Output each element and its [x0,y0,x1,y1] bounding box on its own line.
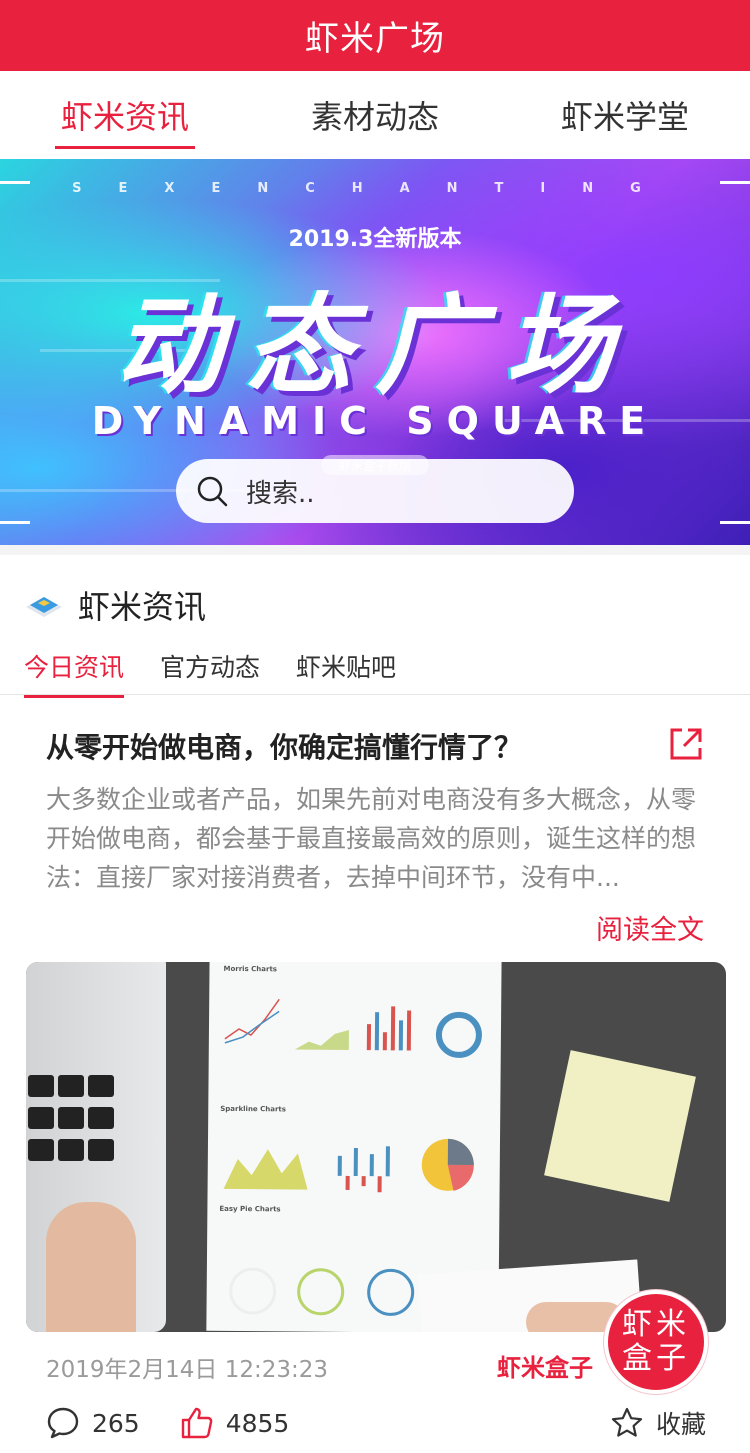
search-placeholder: 搜索.. [246,478,315,509]
tab-xiami-school[interactable]: 虾米学堂 [500,71,750,159]
article-image[interactable]: Morris Charts Sparkline Charts Easy Pie … [26,962,726,1332]
sticky-note-shape [544,1050,696,1202]
news-icon [26,597,62,617]
tab-xiami-news[interactable]: 虾米资讯 [0,71,250,159]
publish-time: 2019年2月14日 12:23:23 [46,1357,329,1383]
comment-count: 265 [92,1408,140,1438]
subtab-official-updates[interactable]: 官方动态 [160,648,260,692]
article-title[interactable]: 从零开始做电商，你确定搞懂行情了？ [46,726,522,766]
subtab-xiami-forum[interactable]: 虾米贴吧 [296,648,396,692]
banner-tag: 虾米盒子新版 [321,455,429,475]
corner-mark [720,499,750,524]
action-bar: 265 4855 收藏 [46,1400,706,1446]
like-button[interactable]: 4855 [180,1406,290,1440]
star-icon [611,1407,643,1437]
hand-shape [46,1202,136,1332]
tab-material-updates[interactable]: 素材动态 [250,71,500,159]
banner-title: 动态广场 [114,284,635,409]
section-header: 虾米资讯 [24,582,206,628]
comment-button[interactable]: 265 [46,1406,140,1440]
svg-text:Morris Charts: Morris Charts [223,965,277,973]
search-icon [197,476,228,507]
like-count: 4855 [225,1408,290,1438]
favorite-button[interactable]: 收藏 [610,1405,706,1441]
favorite-label: 收藏 [655,1410,706,1439]
external-link-icon[interactable] [668,726,704,762]
banner-subtitle: DYNAMIC SQUARE [91,399,659,443]
comment-icon [47,1407,79,1439]
banner-letters: SEXENCHANTING [72,181,678,196]
sub-tabs: 今日资讯 官方动态 虾米贴吧 [24,648,396,698]
section-title: 虾米资讯 [78,588,207,626]
brand-badge[interactable]: 虾米 盒子 [604,1290,708,1394]
app-title: 虾米广场 [0,0,750,71]
top-tabs: 虾米资讯 素材动态 虾米学堂 [0,71,750,159]
divider [0,694,750,695]
divider [0,545,750,555]
read-more-link[interactable]: 阅读全文 [596,908,704,947]
thumbs-up-icon [181,1407,213,1439]
svg-text:Sparkline Charts: Sparkline Charts [220,1105,286,1114]
svg-text:Easy Pie Charts: Easy Pie Charts [219,1205,280,1214]
banner[interactable]: SEXENCHANTING 2019.3全新版本 动态广场 DYNAMIC SQ… [0,159,750,545]
article-excerpt: 大多数企业或者产品，如果先前对电商没有多大概念，从零开始做电商，都会基于最直接最… [46,785,697,892]
subtab-today-news[interactable]: 今日资讯 [24,648,125,698]
banner-version: 2019.3全新版本 [288,227,462,252]
corner-mark [0,499,30,524]
source-brand[interactable]: 虾米盒子 [497,1348,593,1383]
